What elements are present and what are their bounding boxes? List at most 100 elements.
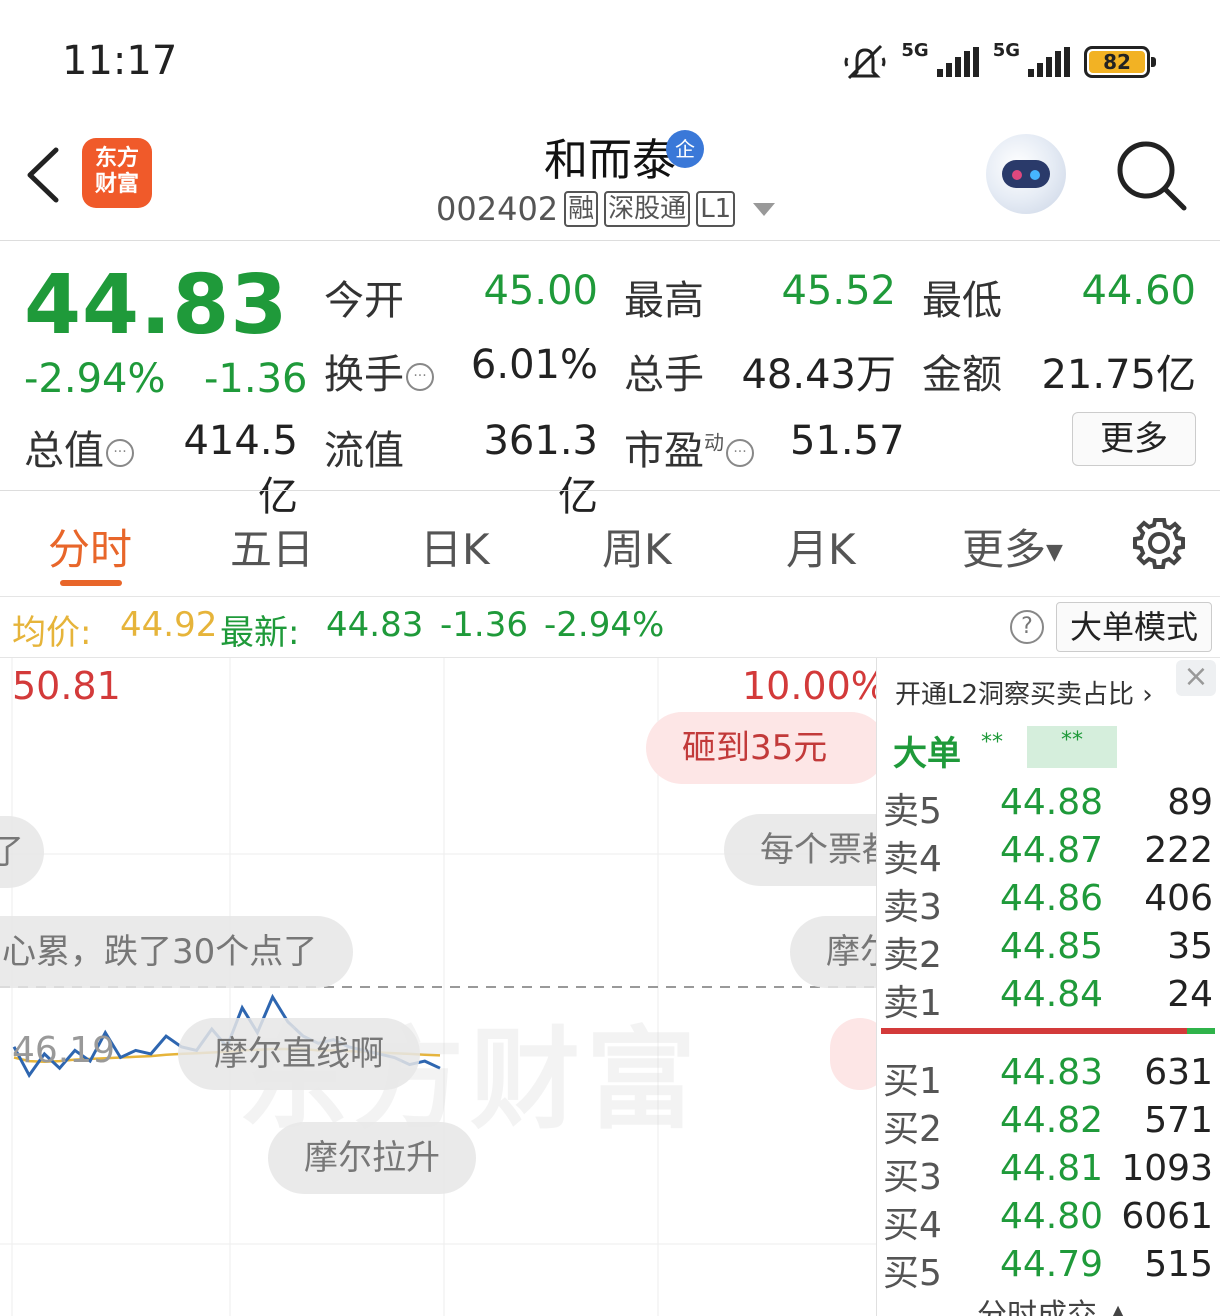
bid-row-5: 买5 44.79 515 [883, 1244, 1215, 1294]
bid-volume: 571 [1144, 1100, 1213, 1141]
tab-active-indicator [60, 580, 122, 586]
ask-label: 卖1 [883, 983, 942, 1024]
label-amount: 金额 [922, 352, 1002, 398]
ask-price: 44.87 [999, 830, 1103, 871]
bid-price: 44.81 [999, 1148, 1103, 1189]
info-dots-icon[interactable]: ··· [106, 439, 134, 467]
dropdown-arrow-icon: ▼ [1046, 540, 1063, 565]
signal-icon [936, 47, 979, 77]
ask-price: 44.86 [999, 878, 1103, 919]
tab-more-label: 更多 [962, 525, 1047, 574]
bid-volume: 1093 [1121, 1148, 1213, 1189]
signal-icon [1028, 47, 1070, 77]
order-book-panel: 开通L2洞察买卖占比 › × 大单 ** ** 卖5 44.88 89 卖4 44.8… [876, 658, 1220, 1316]
chart-top-price: 50.81 [12, 664, 121, 708]
label-pe[interactable]: 市盈动 ··· [624, 418, 754, 476]
trade-details-text: 分时成交 [977, 1298, 1097, 1316]
stock-code: 002402 [436, 190, 559, 228]
chart-ref-price: 46.19 [12, 1030, 116, 1071]
value-amount: 21.75亿 [1041, 352, 1196, 398]
bid-price: 44.80 [999, 1196, 1103, 1237]
tab-intraday[interactable]: 分时 [48, 516, 132, 577]
ask-row-5: 卖5 44.88 89 [883, 782, 1215, 832]
info-dots-icon[interactable]: ··· [406, 363, 434, 391]
ask-label: 卖4 [883, 839, 942, 880]
avg-price-value: 44.92 [120, 605, 218, 645]
help-icon[interactable]: ? [1010, 610, 1044, 644]
info-dots-icon[interactable]: ··· [726, 439, 754, 467]
comment-bubble[interactable]: 砸到35元 [646, 712, 876, 784]
latest-price-label: 最新: [220, 613, 300, 653]
ask-row-3: 卖3 44.86 406 [883, 878, 1215, 928]
comment-bubble[interactable]: 摩尔拉升 [268, 1122, 476, 1194]
label-volume: 总手 [624, 352, 704, 398]
chevron-right-icon: › [1142, 680, 1153, 710]
bid-label: 买2 [883, 1109, 942, 1150]
close-icon[interactable]: × [1176, 660, 1216, 696]
stock-code-row[interactable]: 002402 融 深股通 L1 [436, 188, 776, 230]
latest-change-percent: -2.94% [544, 605, 665, 645]
tab-daily-k[interactable]: 日K [420, 516, 490, 577]
bid-row-3: 买3 44.81 1093 [883, 1148, 1215, 1198]
l2-promo-link[interactable]: 开通L2洞察买卖占比 › [895, 674, 1153, 711]
value-high: 45.52 [781, 268, 896, 314]
bid-row-1: 买1 44.83 631 [883, 1052, 1215, 1102]
avg-price-label: 均价: [12, 613, 92, 653]
bid-label: 买5 [883, 1253, 942, 1294]
tab-five-day[interactable]: 五日 [230, 516, 314, 577]
l2-promo-text: 开通L2洞察买卖占比 [895, 680, 1135, 710]
settings-icon[interactable] [1132, 516, 1186, 570]
bid-price: 44.79 [999, 1244, 1103, 1285]
mute-icon [844, 44, 886, 80]
value-open: 45.00 [483, 268, 598, 314]
search-icon[interactable] [1114, 138, 1190, 214]
tag-level: L1 [696, 191, 736, 227]
ask-volume: 24 [1167, 974, 1213, 1015]
current-price: 44.83 [24, 258, 289, 353]
value-turnover: 6.01% [470, 342, 598, 388]
tab-more[interactable]: 更多▼ [962, 516, 1063, 577]
tag-margin: 融 [564, 191, 599, 227]
tab-weekly-k[interactable]: 周K [602, 516, 672, 577]
bid-volume: 631 [1144, 1052, 1213, 1093]
network-label-1: 5G [901, 40, 929, 61]
big-order-stars-box: ** [1027, 726, 1117, 768]
big-order-mode-button[interactable]: 大单模式 [1056, 602, 1212, 652]
value-volume: 48.43万 [741, 352, 896, 398]
ask-row-4: 卖4 44.87 222 [883, 830, 1215, 880]
change-amount: -1.36 [204, 356, 308, 402]
comment-bubble[interactable]: 心累，跌了30个点了 [0, 916, 354, 988]
bid-label: 买4 [883, 1205, 942, 1246]
label-turnover[interactable]: 换手 ··· [324, 342, 434, 400]
value-float-value: 361.3亿 [483, 418, 598, 520]
bid-volume: 6061 [1121, 1196, 1213, 1237]
label-low: 最低 [922, 278, 1002, 324]
latest-change-amount: -1.36 [440, 605, 528, 645]
network-label-2: 5G [992, 40, 1020, 61]
more-button[interactable]: 更多 [1072, 412, 1196, 466]
bid-price: 44.82 [999, 1100, 1103, 1141]
label-pe-sup: 动 [704, 430, 724, 455]
ask-label: 卖5 [883, 791, 942, 832]
comment-bubble[interactable]: 摩尔 [790, 916, 876, 988]
ask-volume: 222 [1144, 830, 1213, 871]
divider [0, 490, 1220, 491]
trade-details-link[interactable]: 分时成交 ▲ [977, 1290, 1130, 1316]
comment-bubble[interactable]: 每个票都 [724, 814, 876, 886]
label-total-value-text: 总值 [24, 428, 104, 474]
label-total-value[interactable]: 总值 ··· [24, 418, 134, 476]
value-low: 44.60 [1081, 268, 1196, 314]
tab-monthly-k[interactable]: 月K [786, 516, 856, 577]
comment-bubble[interactable]: 摩尔直线啊 [178, 1018, 420, 1090]
ask-volume: 406 [1144, 878, 1213, 919]
assistant-avatar[interactable] [986, 134, 1066, 214]
value-total-value: 414.5亿 [183, 418, 298, 520]
intraday-chart[interactable]: 50.81 10.00% 46.19 东方财富 砸到35元 每个票都 了 心累，… [0, 658, 876, 1316]
dropdown-arrow-icon[interactable] [753, 202, 776, 216]
ask-row-2: 卖2 44.85 35 [883, 926, 1215, 976]
comment-bubble-edge[interactable] [830, 1018, 876, 1090]
battery-icon: 82 [1084, 46, 1156, 78]
ask-volume: 89 [1167, 782, 1213, 823]
status-time: 11:17 [62, 38, 178, 84]
bid-ask-ratio-bar [881, 1028, 1215, 1034]
